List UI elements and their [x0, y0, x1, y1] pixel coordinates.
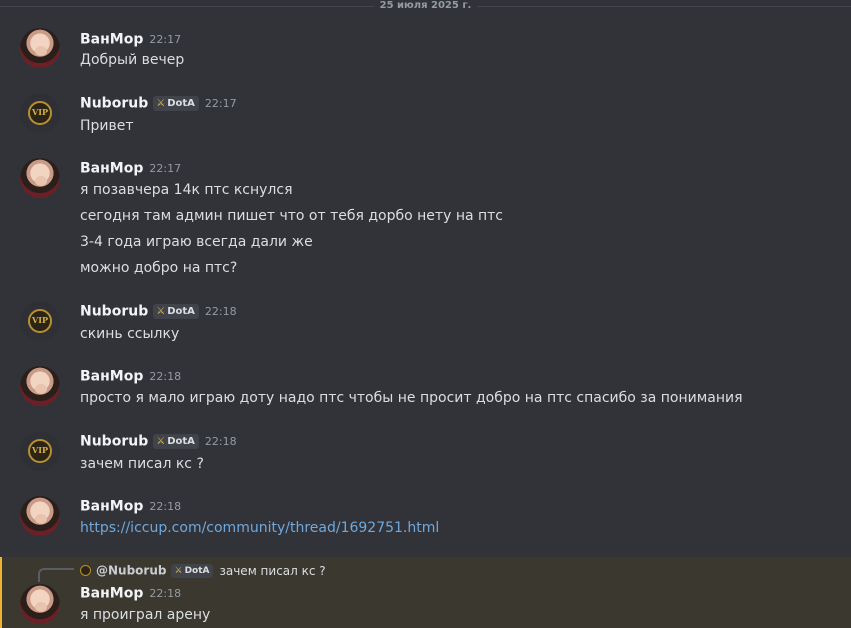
- reply-reference[interactable]: @Nuborub ⚔ DotA зачем писал кс ?: [80, 562, 326, 578]
- timestamp: 22:18: [149, 369, 182, 383]
- sword-icon: ⚔: [156, 436, 166, 447]
- author-name[interactable]: Nuborub: [80, 434, 148, 450]
- reply-avatar-icon: [80, 565, 91, 576]
- reply-text: зачем писал кс ?: [219, 563, 326, 578]
- role-tag[interactable]: ⚔ DotA: [153, 434, 199, 449]
- user-avatar[interactable]: [20, 158, 60, 198]
- message-text: сегодня там админ пишет что от тебя дорб…: [80, 208, 504, 224]
- timestamp: 22:17: [204, 96, 237, 110]
- chat-panel: 25 июля 2025 г. ВанМор 22:17 Добрый вечер…: [0, 0, 851, 628]
- sword-icon: ⚔: [156, 306, 166, 317]
- author-name[interactable]: ВанМор: [80, 161, 143, 177]
- message-text: Добрый вечер: [80, 52, 185, 68]
- vip-avatar[interactable]: VIP: [20, 301, 60, 341]
- date-divider: 25 июля 2025 г.: [0, 0, 851, 12]
- author-name[interactable]: Nuborub: [80, 304, 148, 320]
- message-text: можно добро на птс?: [80, 260, 238, 276]
- message-text: просто я мало играю доту надо птс чтобы …: [80, 390, 743, 406]
- date-label: 25 июля 2025 г.: [373, 0, 478, 12]
- timestamp: 22:18: [149, 499, 182, 513]
- reply-mention[interactable]: @Nuborub: [96, 564, 166, 578]
- vip-avatar[interactable]: VIP: [20, 93, 60, 133]
- author-name[interactable]: ВанМор: [80, 586, 143, 602]
- timestamp: 22:18: [149, 586, 182, 600]
- timestamp: 22:17: [149, 32, 182, 46]
- author-name[interactable]: ВанМор: [80, 32, 143, 48]
- user-avatar[interactable]: [20, 28, 60, 68]
- author-name[interactable]: ВанМор: [80, 369, 143, 385]
- message-text: я проиграл арену: [80, 607, 211, 623]
- role-tag[interactable]: ⚔ DotA: [153, 304, 199, 319]
- timestamp: 22:18: [204, 304, 237, 318]
- sword-icon: ⚔: [156, 98, 166, 109]
- message-text: зачем писал кс ?: [80, 456, 204, 472]
- timestamp: 22:18: [204, 434, 237, 448]
- timestamp: 22:17: [149, 161, 182, 175]
- author-name[interactable]: Nuborub: [80, 96, 148, 112]
- user-avatar[interactable]: [20, 496, 60, 536]
- role-tag[interactable]: ⚔ DotA: [153, 96, 199, 111]
- role-tag[interactable]: ⚔ DotA: [171, 563, 214, 578]
- author-name[interactable]: ВанМор: [80, 499, 143, 515]
- message-link[interactable]: https://iccup.com/community/thread/16927…: [80, 519, 439, 537]
- reply-spine: [38, 568, 74, 582]
- user-avatar[interactable]: [20, 584, 60, 624]
- user-avatar[interactable]: [20, 366, 60, 406]
- message-text: скинь ссылку: [80, 326, 180, 342]
- message-text: я позавчера 14к птс кснулся: [80, 182, 293, 198]
- vip-avatar[interactable]: VIP: [20, 431, 60, 471]
- message-text: 3-4 года играю всегда дали же: [80, 234, 313, 250]
- sword-icon: ⚔: [174, 565, 183, 576]
- message-text: Привет: [80, 118, 134, 134]
